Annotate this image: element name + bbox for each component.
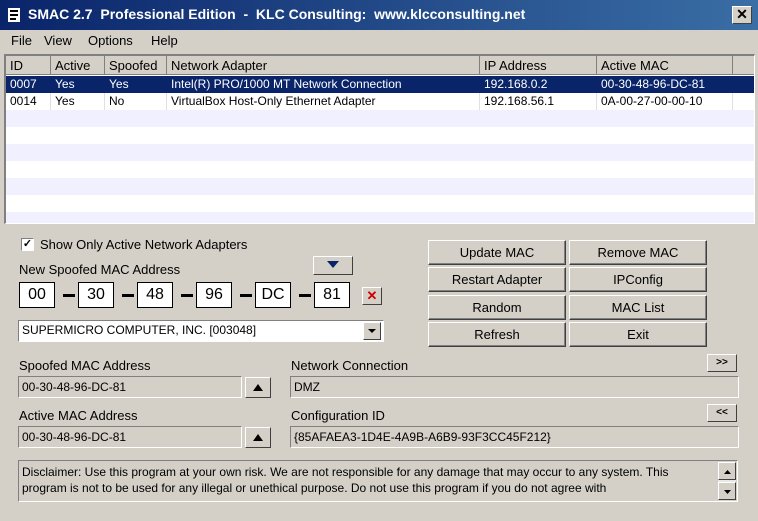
close-button[interactable]: ✕ (732, 6, 752, 24)
back-button[interactable]: << (707, 404, 737, 422)
cell-id: 0014 (6, 93, 51, 110)
cell-ip-address: 192.168.0.2 (480, 76, 597, 93)
adapter-table[interactable]: ID Active Spoofed Network Adapter IP Add… (4, 54, 755, 224)
restart-adapter-button[interactable]: Restart Adapter (428, 267, 566, 292)
chevron-down-icon (368, 329, 376, 333)
close-icon: ✕ (366, 288, 378, 303)
scroll-up-button[interactable] (718, 462, 736, 480)
vendor-dropdown-button[interactable] (363, 322, 381, 340)
scroll-down-button[interactable] (718, 482, 736, 500)
cell-active: Yes (51, 76, 105, 93)
cell-active-mac: 00-30-48-96-DC-81 (597, 76, 733, 93)
app-icon (8, 8, 20, 22)
empty-row (6, 178, 754, 195)
column-header-filler (733, 56, 754, 75)
cell-ip-address: 192.168.56.1 (480, 93, 597, 110)
empty-row (6, 110, 754, 127)
spoofed-mac-field: 00-30-48-96-DC-81 (18, 376, 242, 398)
disclaimer-text: Disclaimer: Use this program at your own… (18, 460, 738, 502)
update-mac-button[interactable]: Update MAC (428, 240, 566, 265)
vendor-select-value: SUPERMICRO COMPUTER, INC. [003048] (22, 323, 257, 337)
separator-dash (299, 294, 311, 297)
clear-mac-button[interactable]: ✕ (362, 287, 382, 305)
vendor-select[interactable]: SUPERMICRO COMPUTER, INC. [003048] (18, 320, 384, 342)
menu-options[interactable]: Options (88, 32, 133, 50)
triangle-up-icon (253, 384, 263, 391)
empty-row (6, 212, 754, 223)
mac-octet-input-2[interactable]: 30 (78, 282, 114, 308)
triangle-up-icon (723, 470, 731, 474)
spoofed-mac-label: Spoofed MAC Address (19, 358, 151, 373)
empty-row (6, 161, 754, 178)
table-row[interactable]: 0007 Yes Yes Intel(R) PRO/1000 MT Networ… (6, 75, 754, 94)
separator-dash (240, 294, 252, 297)
cell-network-adapter: VirtualBox Host-Only Ethernet Adapter (167, 93, 480, 110)
new-mac-label: New Spoofed MAC Address (19, 262, 181, 277)
show-active-checkbox[interactable]: ✓ (21, 238, 34, 251)
menu-help[interactable]: Help (151, 32, 178, 50)
empty-row (6, 144, 754, 161)
random-button[interactable]: Random (428, 295, 566, 320)
mac-octet-input-5[interactable]: DC (255, 282, 291, 308)
disclaimer-scrollbar[interactable] (718, 462, 736, 500)
refresh-button[interactable]: Refresh (428, 322, 566, 347)
empty-row (6, 195, 754, 212)
configuration-id-field: {85AFAEA3-1D4E-4A9B-A6B9-93F3CC45F212} (290, 426, 739, 448)
cell-spoofed: No (105, 93, 167, 110)
separator-dash (181, 294, 193, 297)
active-mac-field: 00-30-48-96-DC-81 (18, 426, 242, 448)
triangle-down-icon (723, 490, 731, 494)
triangle-down-icon (327, 261, 339, 268)
menu-file[interactable]: File (11, 32, 32, 50)
column-header-active[interactable]: Active (51, 56, 105, 75)
menu-view[interactable]: View (44, 32, 72, 50)
separator-dash (63, 294, 75, 297)
mac-octet-input-4[interactable]: 96 (196, 282, 232, 308)
copy-active-mac-button[interactable] (245, 427, 271, 448)
cell-id: 0007 (6, 76, 51, 93)
exit-button[interactable]: Exit (569, 322, 707, 347)
network-connection-label: Network Connection (291, 358, 409, 373)
active-mac-label: Active MAC Address (19, 408, 138, 423)
column-header-ip-address[interactable]: IP Address (480, 56, 597, 75)
configuration-id-label: Configuration ID (291, 408, 385, 423)
forward-button[interactable]: >> (707, 354, 737, 372)
column-header-id[interactable]: ID (6, 56, 51, 75)
show-active-label: Show Only Active Network Adapters (40, 237, 248, 252)
cell-active: Yes (51, 93, 105, 110)
remove-mac-button[interactable]: Remove MAC (569, 240, 707, 265)
column-header-network-adapter[interactable]: Network Adapter (167, 56, 480, 75)
window-title: SMAC 2.7 Professional Edition - KLC Cons… (28, 6, 526, 22)
column-header-spoofed[interactable]: Spoofed (105, 56, 167, 75)
table-row[interactable]: 0014 Yes No VirtualBox Host-Only Etherne… (6, 93, 754, 110)
network-connection-field: DMZ (290, 376, 739, 398)
copy-spoofed-mac-button[interactable] (245, 377, 271, 398)
mac-dropdown-button[interactable] (313, 256, 353, 275)
separator-dash (122, 294, 134, 297)
cell-network-adapter: Intel(R) PRO/1000 MT Network Connection (167, 76, 480, 93)
mac-octet-input-1[interactable]: 00 (19, 282, 55, 308)
cell-active-mac: 0A-00-27-00-00-10 (597, 93, 733, 110)
ipconfig-button[interactable]: IPConfig (569, 267, 707, 292)
column-header-active-mac[interactable]: Active MAC (597, 56, 733, 75)
triangle-up-icon (253, 434, 263, 441)
cell-spoofed: Yes (105, 76, 167, 93)
mac-octet-input-3[interactable]: 48 (137, 282, 173, 308)
mac-list-button[interactable]: MAC List (569, 295, 707, 320)
mac-octet-input-6[interactable]: 81 (314, 282, 350, 308)
empty-row (6, 127, 754, 144)
